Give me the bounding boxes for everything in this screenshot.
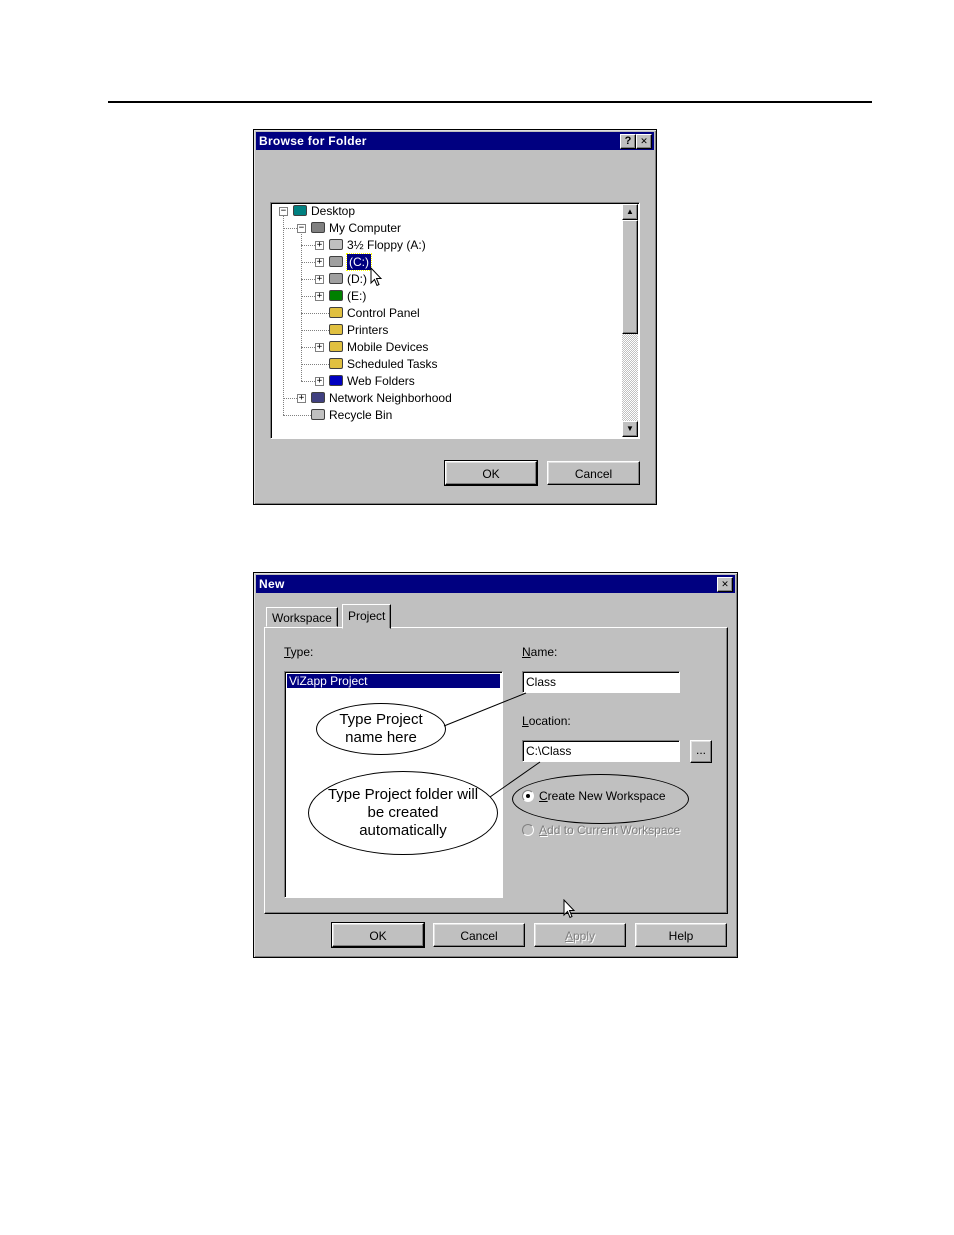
tree-scrollbar[interactable]: ▲ ▼ — [622, 204, 638, 437]
help-button[interactable]: Help — [635, 923, 727, 947]
page-header-rule — [108, 101, 872, 103]
tree-item[interactable]: Scheduled Tasks — [273, 356, 621, 372]
network-drive-icon — [329, 290, 343, 301]
hard-drive-icon — [329, 273, 343, 284]
browse-for-folder-dialog: Browse for Folder ? ✕ − Desktop − My Comput… — [253, 129, 657, 505]
tree-item[interactable]: + (D:) — [273, 271, 621, 287]
close-button[interactable]: ✕ — [636, 134, 652, 149]
tree-item-label: Web Folders — [347, 374, 415, 388]
browse-titlebar[interactable]: Browse for Folder ? ✕ — [256, 132, 654, 150]
web-folders-icon — [329, 375, 343, 386]
expand-icon[interactable]: + — [315, 292, 324, 301]
floppy-drive-icon — [329, 239, 343, 250]
tree-item[interactable]: + Web Folders — [273, 373, 621, 389]
scheduled-tasks-icon — [329, 358, 343, 369]
network-icon — [311, 392, 325, 403]
tree-item[interactable]: + Mobile Devices — [273, 339, 621, 355]
tree-item[interactable]: Recycle Bin — [273, 407, 621, 423]
tree-item-label: Printers — [347, 323, 389, 337]
browse-cancel-button[interactable]: Cancel — [547, 461, 640, 485]
browse-ok-button[interactable]: OK — [444, 460, 538, 486]
collapse-icon[interactable]: − — [279, 207, 288, 216]
expand-icon[interactable]: + — [315, 377, 324, 386]
tree-item-label: Desktop — [311, 204, 356, 218]
mobile-devices-icon — [329, 341, 343, 352]
tree-item[interactable]: − Desktop — [273, 203, 621, 219]
folder-tree[interactable]: − Desktop − My Computer +3½ Floppy (A:) + (C:)… — [270, 202, 640, 439]
new-dialog: New ✕ Workspace Project Type: ViZapp Pro… — [253, 572, 738, 958]
control-panel-icon — [329, 307, 343, 318]
tree-item[interactable]: Control Panel — [273, 305, 621, 321]
tree-item[interactable]: + (E:) — [273, 288, 621, 304]
scroll-thumb[interactable] — [622, 220, 638, 334]
new-cancel-button[interactable]: Cancel — [433, 923, 525, 947]
help-button[interactable]: ? — [620, 134, 636, 149]
tree-item-label: (D:) — [347, 272, 367, 286]
hard-drive-icon — [329, 256, 343, 267]
expand-icon[interactable]: + — [315, 258, 324, 267]
mouse-cursor-icon — [370, 267, 383, 287]
collapse-icon[interactable]: − — [297, 224, 306, 233]
tree-item-label: Control Panel — [347, 306, 420, 320]
browse-title: Browse for Folder — [259, 134, 367, 148]
callout-leader-lines — [443, 692, 541, 798]
printers-icon — [329, 324, 343, 335]
tree-item-label: My Computer — [329, 221, 402, 235]
tree-item[interactable]: + Network Neighborhood — [273, 390, 621, 406]
scroll-up-arrow-icon[interactable]: ▲ — [622, 204, 638, 220]
recycle-bin-icon — [311, 409, 325, 420]
expand-icon[interactable]: + — [297, 394, 306, 403]
tree-item-label: Network Neighborhood — [329, 391, 452, 405]
tree-item[interactable]: − My Computer — [273, 220, 621, 236]
tree-item[interactable]: +3½ Floppy (A:) — [273, 237, 621, 253]
expand-icon[interactable]: + — [315, 275, 324, 284]
computer-icon — [311, 222, 325, 233]
tree-item[interactable]: Printers — [273, 322, 621, 338]
mouse-cursor-icon — [563, 899, 576, 919]
expand-icon[interactable]: + — [315, 241, 324, 250]
desktop-icon — [293, 205, 307, 216]
expand-icon[interactable]: + — [315, 343, 324, 352]
tree-item-label: Scheduled Tasks — [347, 357, 438, 371]
new-ok-button[interactable]: OK — [331, 922, 425, 948]
apply-button[interactable]: Apply — [534, 923, 626, 947]
tree-item-label: 3½ Floppy (A:) — [347, 238, 426, 252]
tree-item-label: Recycle Bin — [329, 408, 393, 422]
tab-project[interactable]: Project — [342, 604, 392, 629]
tree-item-label: Mobile Devices — [347, 340, 429, 354]
tree-item[interactable]: + (C:) — [273, 253, 621, 271]
tree-item-label: (E:) — [347, 289, 367, 303]
tree-item-label: (C:) — [346, 253, 372, 271]
scroll-down-arrow-icon[interactable]: ▼ — [622, 421, 638, 437]
